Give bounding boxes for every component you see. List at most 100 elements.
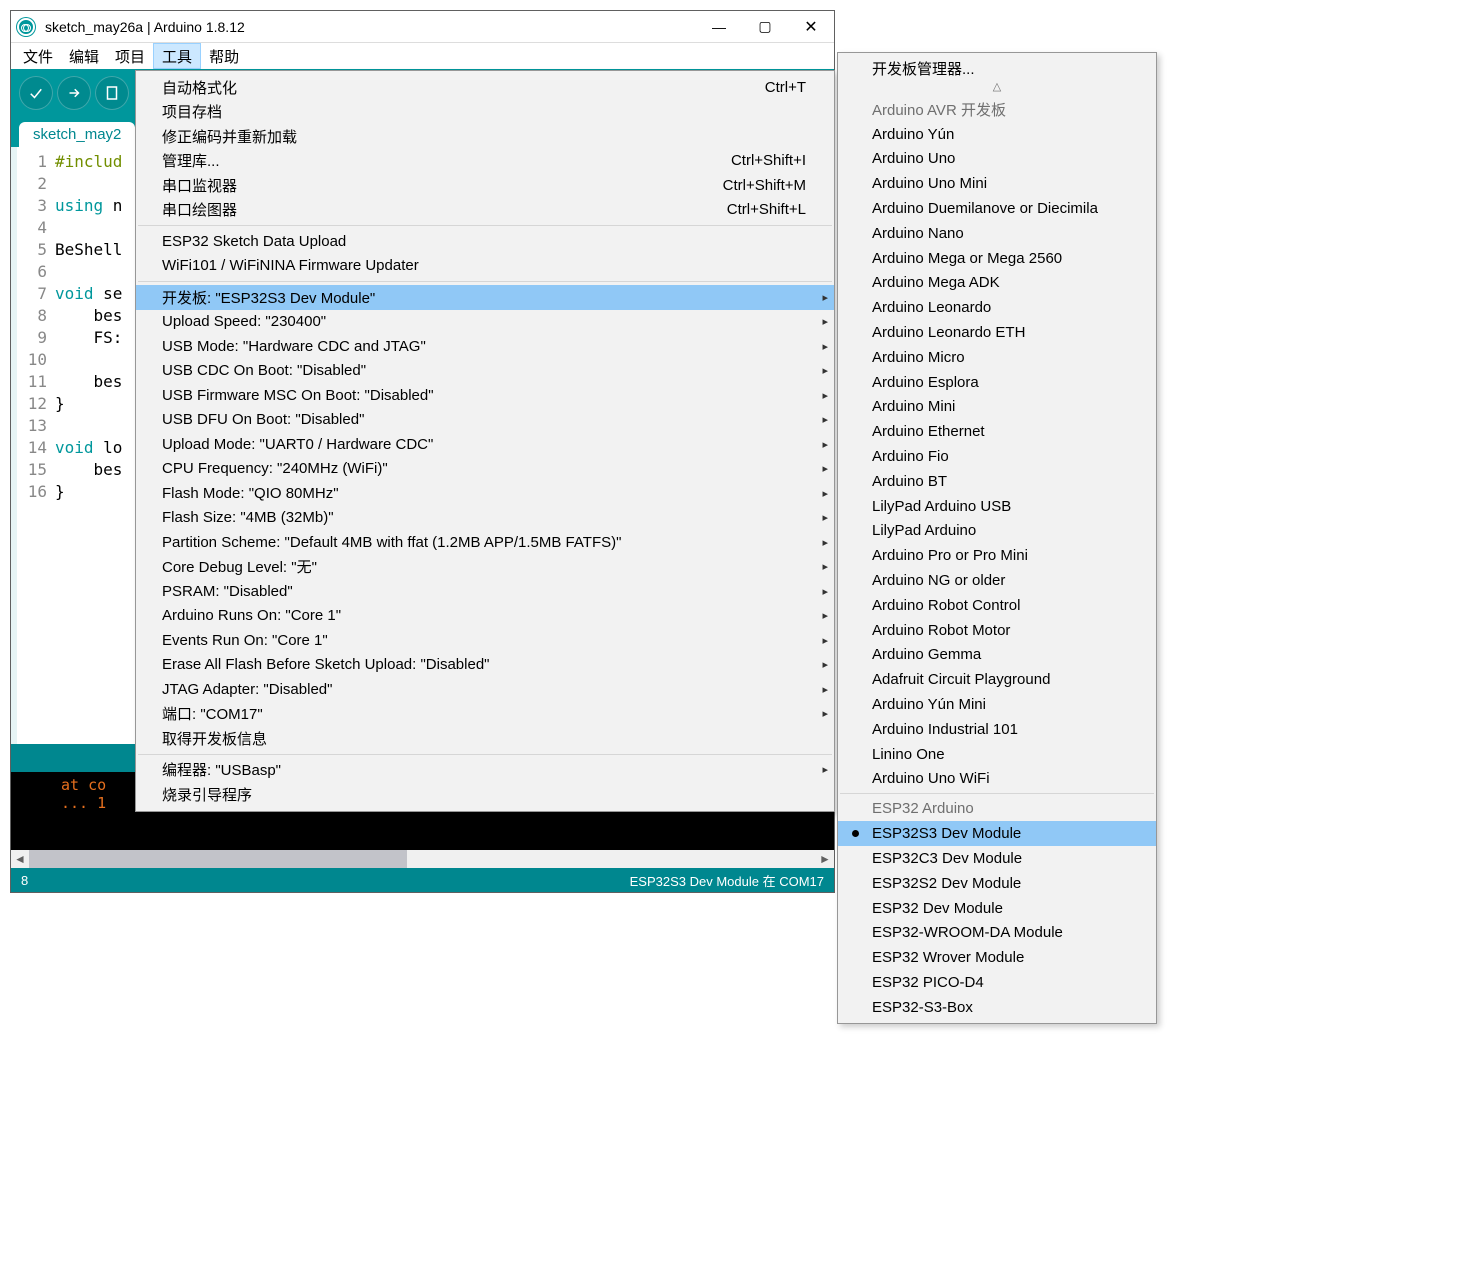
board-item[interactable]: Arduino Leonardo ETH — [838, 320, 1156, 345]
tools-menu-item[interactable]: USB CDC On Boot: "Disabled"▸ — [136, 359, 834, 384]
tools-menu-item[interactable]: Flash Size: "4MB (32Mb)" ▸ — [136, 506, 834, 531]
board-item[interactable]: ESP32 PICO-D4 — [838, 970, 1156, 995]
board-item[interactable]: Arduino Yún Mini — [838, 692, 1156, 717]
minimize-button[interactable]: — — [696, 12, 742, 42]
submenu-arrow-icon: ▸ — [822, 560, 828, 573]
horizontal-scrollbar[interactable]: ◄ ► — [11, 850, 834, 868]
board-item[interactable]: Arduino BT — [838, 469, 1156, 494]
close-button[interactable]: ✕ — [788, 12, 834, 42]
tools-menu-item[interactable]: 烧录引导程序 — [136, 782, 834, 807]
board-item[interactable]: Arduino Yún — [838, 122, 1156, 147]
board-item[interactable]: Arduino Uno — [838, 147, 1156, 172]
menu-item-label: 编程器: "USBasp" — [162, 759, 806, 780]
board-item[interactable]: ESP32-WROOM-DA Module — [838, 921, 1156, 946]
scroll-right-icon[interactable]: ► — [816, 852, 834, 866]
submenu-scroll-up-icon[interactable]: △ — [838, 81, 1156, 97]
board-item[interactable]: Arduino Ethernet — [838, 419, 1156, 444]
tools-menu-item[interactable]: Flash Mode: "QIO 80MHz"▸ — [136, 481, 834, 506]
board-item-label: ESP32S2 Dev Module — [872, 875, 1021, 892]
menu-文件[interactable]: 文件 — [15, 43, 61, 69]
maximize-button[interactable]: ▢ — [742, 12, 788, 42]
tools-menu-item[interactable]: 项目存档 — [136, 100, 834, 125]
board-item[interactable]: ESP32 Wrover Module — [838, 945, 1156, 970]
board-item[interactable]: ESP32S3 Dev Module — [838, 821, 1156, 846]
submenu-arrow-icon: ▸ — [822, 487, 828, 500]
upload-button[interactable] — [57, 76, 91, 110]
board-item-label: Arduino Robot Motor — [872, 622, 1010, 639]
tools-menu-item[interactable]: USB Firmware MSC On Boot: "Disabled"▸ — [136, 383, 834, 408]
titlebar: sketch_may26a | Arduino 1.8.12 — ▢ ✕ — [11, 11, 834, 43]
tools-menu-item[interactable]: 开发板: "ESP32S3 Dev Module"▸ — [136, 285, 834, 310]
board-item[interactable]: Arduino NG or older — [838, 568, 1156, 593]
board-item[interactable]: Arduino Duemilanove or Diecimila — [838, 196, 1156, 221]
board-item[interactable]: Arduino Nano — [838, 221, 1156, 246]
scroll-left-icon[interactable]: ◄ — [11, 852, 29, 866]
board-item[interactable]: Arduino Pro or Pro Mini — [838, 543, 1156, 568]
menu-工具[interactable]: 工具 — [153, 43, 201, 69]
menu-item-label: 端口: "COM17" — [162, 703, 806, 724]
board-item[interactable]: Arduino Esplora — [838, 370, 1156, 395]
tools-menu-item[interactable]: Upload Mode: "UART0 / Hardware CDC"▸ — [136, 432, 834, 457]
board-item[interactable]: Arduino Uno WiFi — [838, 767, 1156, 792]
tools-menu-item[interactable]: Partition Scheme: "Default 4MB with ffat… — [136, 530, 834, 555]
tools-menu-item[interactable]: 取得开发板信息 — [136, 726, 834, 751]
tools-menu-item[interactable]: 串口监视器Ctrl+Shift+M — [136, 173, 834, 198]
board-item[interactable]: Arduino Fio — [838, 444, 1156, 469]
tools-menu-item[interactable]: 管理库...Ctrl+Shift+I — [136, 149, 834, 174]
verify-button[interactable] — [19, 76, 53, 110]
tools-menu-item[interactable]: Events Run On: "Core 1"▸ — [136, 628, 834, 653]
tools-menu-item[interactable]: USB DFU On Boot: "Disabled"▸ — [136, 408, 834, 433]
menu-item-label: Flash Size: "4MB (32Mb)" — [162, 509, 806, 526]
menu-item-label: USB CDC On Boot: "Disabled" — [162, 362, 806, 379]
menu-项目[interactable]: 项目 — [107, 43, 153, 69]
board-item[interactable]: Arduino Uno Mini — [838, 171, 1156, 196]
new-button[interactable] — [95, 76, 129, 110]
tools-menu-item[interactable]: WiFi101 / WiFiNINA Firmware Updater — [136, 254, 834, 279]
menu-帮助[interactable]: 帮助 — [201, 43, 247, 69]
tools-menu-item[interactable]: Arduino Runs On: "Core 1"▸ — [136, 604, 834, 629]
board-item[interactable]: Arduino Micro — [838, 345, 1156, 370]
tools-menu-item[interactable]: USB Mode: "Hardware CDC and JTAG"▸ — [136, 334, 834, 359]
menu-编辑[interactable]: 编辑 — [61, 43, 107, 69]
tools-menu-item[interactable]: 端口: "COM17"▸ — [136, 702, 834, 727]
submenu-arrow-icon: ▸ — [822, 511, 828, 524]
tools-menu-item[interactable]: 自动格式化Ctrl+T — [136, 75, 834, 100]
tools-menu-item[interactable]: ESP32 Sketch Data Upload — [136, 229, 834, 254]
board-item[interactable]: Arduino Industrial 101 — [838, 717, 1156, 742]
submenu-arrow-icon: ▸ — [822, 634, 828, 647]
board-item[interactable]: Arduino Robot Motor — [838, 618, 1156, 643]
board-item[interactable]: Arduino Mega or Mega 2560 — [838, 246, 1156, 271]
boards-manager-item[interactable]: 开发板管理器... — [838, 56, 1156, 81]
board-item[interactable]: Adafruit Circuit Playground — [838, 667, 1156, 692]
tools-menu-item[interactable]: Erase All Flash Before Sketch Upload: "D… — [136, 653, 834, 678]
tools-menu-item[interactable]: 编程器: "USBasp"▸ — [136, 758, 834, 783]
menu-item-label: Erase All Flash Before Sketch Upload: "D… — [162, 656, 806, 673]
scroll-thumb[interactable] — [29, 850, 407, 868]
board-item[interactable]: Arduino Leonardo — [838, 295, 1156, 320]
tools-menu-item[interactable]: 修正编码并重新加载 — [136, 124, 834, 149]
board-item[interactable]: Linino One — [838, 742, 1156, 767]
board-item[interactable]: LilyPad Arduino USB — [838, 494, 1156, 519]
tools-menu-item[interactable]: 串口绘图器Ctrl+Shift+L — [136, 198, 834, 223]
board-item[interactable]: Arduino Robot Control — [838, 593, 1156, 618]
tools-menu-item[interactable]: PSRAM: "Disabled"▸ — [136, 579, 834, 604]
board-item[interactable]: Arduino Mini — [838, 395, 1156, 420]
menu-item-label: 项目存档 — [162, 101, 806, 122]
board-item[interactable]: ESP32S2 Dev Module — [838, 871, 1156, 896]
menu-item-label: PSRAM: "Disabled" — [162, 583, 806, 600]
tools-menu-item[interactable]: CPU Frequency: "240MHz (WiFi)"▸ — [136, 457, 834, 482]
tools-menu-item[interactable]: Core Debug Level: "无"▸ — [136, 555, 834, 580]
board-item-label: Arduino Uno WiFi — [872, 770, 990, 787]
board-item[interactable]: ESP32C3 Dev Module — [838, 846, 1156, 871]
board-item[interactable]: LilyPad Arduino — [838, 519, 1156, 544]
tools-menu-item[interactable]: JTAG Adapter: "Disabled"▸ — [136, 677, 834, 702]
board-item[interactable]: Arduino Gemma — [838, 643, 1156, 668]
board-item[interactable]: ESP32 Dev Module — [838, 896, 1156, 921]
board-item[interactable]: Arduino Mega ADK — [838, 271, 1156, 296]
submenu-arrow-icon: ▸ — [822, 291, 828, 304]
sketch-tab[interactable]: sketch_may2 — [19, 122, 135, 147]
tools-menu-item[interactable]: Upload Speed: "230400"▸ — [136, 310, 834, 335]
selected-bullet-icon — [852, 830, 859, 837]
submenu-arrow-icon: ▸ — [822, 340, 828, 353]
board-item[interactable]: ESP32-S3-Box — [838, 995, 1156, 1020]
